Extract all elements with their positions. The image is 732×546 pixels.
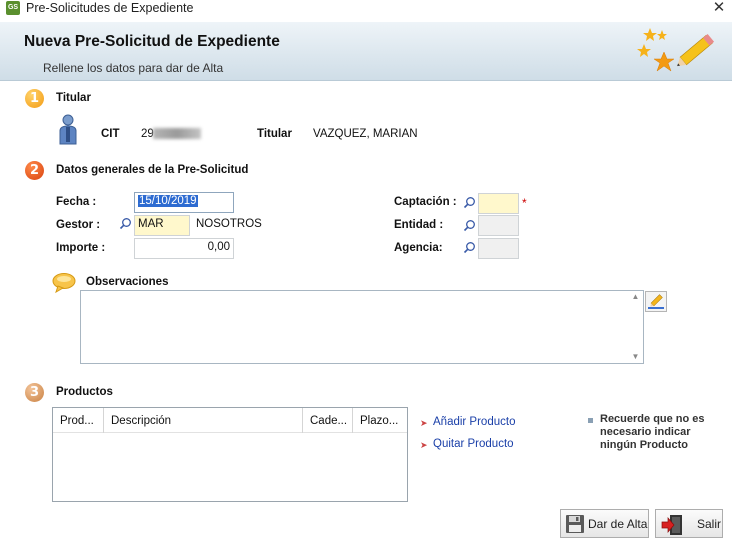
importe-label: Importe : bbox=[56, 242, 106, 254]
edit-observaciones-button[interactable] bbox=[645, 291, 667, 312]
titular-label: Titular bbox=[257, 128, 292, 140]
fecha-value: 15/10/2019 bbox=[138, 195, 198, 207]
section-number-1: 1 bbox=[25, 89, 44, 108]
column-header-descripcion[interactable]: Descripción bbox=[104, 408, 303, 433]
remove-arrow-icon: ➤ bbox=[420, 440, 428, 450]
cit-value: 29 bbox=[141, 128, 154, 140]
observaciones-label: Observaciones bbox=[86, 276, 169, 288]
agencia-input[interactable] bbox=[478, 238, 519, 259]
fecha-input[interactable]: 15/10/2019 bbox=[134, 192, 234, 213]
observaciones-textarea[interactable] bbox=[80, 290, 644, 364]
section-number-3: 3 bbox=[25, 383, 44, 402]
entidad-input[interactable] bbox=[478, 215, 519, 236]
productos-note: Recuerde que no es necesario indicar nin… bbox=[600, 413, 705, 451]
window-title: Pre-Solicitudes de Expediente bbox=[26, 1, 194, 15]
salir-button[interactable]: Salir bbox=[655, 509, 723, 538]
close-button[interactable]: ✕ bbox=[710, 0, 728, 16]
observaciones-scrollbar[interactable]: ▲ ▼ bbox=[628, 291, 643, 363]
agencia-label: Agencia: bbox=[394, 242, 443, 254]
titular-value: VAZQUEZ, MARIAN bbox=[313, 128, 418, 140]
redacted-id bbox=[153, 128, 201, 139]
exit-door-icon bbox=[661, 515, 682, 535]
section-label-datos: Datos generales de la Pre-Solicitud bbox=[56, 164, 249, 176]
productos-table[interactable]: Prod... Descripción Cade... Plazo... bbox=[52, 407, 408, 502]
app-icon: GS bbox=[6, 1, 20, 15]
note-bullet-icon bbox=[588, 418, 593, 423]
entidad-label: Entidad : bbox=[394, 219, 444, 231]
scroll-up-icon[interactable]: ▲ bbox=[628, 291, 643, 303]
column-header-cadencia[interactable]: Cade... bbox=[303, 408, 353, 433]
title-bar: GS Pre-Solicitudes de Expediente ✕ bbox=[0, 0, 732, 18]
search-icon[interactable] bbox=[463, 241, 476, 254]
search-icon[interactable] bbox=[463, 219, 476, 232]
section-label-titular: Titular bbox=[56, 92, 91, 104]
fecha-label: Fecha : bbox=[56, 196, 97, 208]
importe-input[interactable]: 0,00 bbox=[134, 238, 234, 259]
page-title: Nueva Pre-Solicitud de Expediente bbox=[24, 33, 280, 50]
search-icon[interactable] bbox=[463, 196, 476, 209]
search-icon[interactable] bbox=[119, 217, 132, 230]
dar-de-alta-button[interactable]: Dar de Alta bbox=[560, 509, 649, 538]
captacion-input[interactable] bbox=[478, 193, 519, 214]
section-label-productos: Productos bbox=[56, 386, 113, 398]
add-product-link[interactable]: Añadir Producto bbox=[433, 416, 515, 428]
salir-label: Salir bbox=[697, 517, 722, 531]
pencil-icon bbox=[648, 294, 664, 309]
page-subtitle: Rellene los datos para dar de Alta bbox=[43, 61, 224, 75]
add-arrow-icon: ➤ bbox=[420, 418, 428, 428]
remove-product-link[interactable]: Quitar Producto bbox=[433, 438, 514, 450]
dar-de-alta-label: Dar de Alta bbox=[588, 517, 648, 531]
section-number-2: 2 bbox=[25, 161, 44, 180]
gestor-code-input[interactable]: MAR bbox=[134, 215, 190, 236]
required-mark: * bbox=[522, 196, 527, 210]
captacion-label: Captación : bbox=[394, 196, 457, 208]
speech-bubble-icon bbox=[52, 273, 76, 294]
save-disk-icon bbox=[566, 515, 584, 533]
column-header-plazo[interactable]: Plazo... bbox=[353, 408, 407, 433]
gestor-label: Gestor : bbox=[56, 219, 101, 231]
stars-pencil-icon bbox=[637, 28, 715, 72]
table-header: Prod... Descripción Cade... Plazo... bbox=[53, 408, 407, 433]
gestor-name: NOSOTROS bbox=[196, 218, 262, 230]
scroll-down-icon[interactable]: ▼ bbox=[628, 351, 643, 363]
cit-label: CIT bbox=[101, 128, 120, 140]
person-icon bbox=[59, 114, 77, 145]
column-header-producto[interactable]: Prod... bbox=[53, 408, 104, 433]
